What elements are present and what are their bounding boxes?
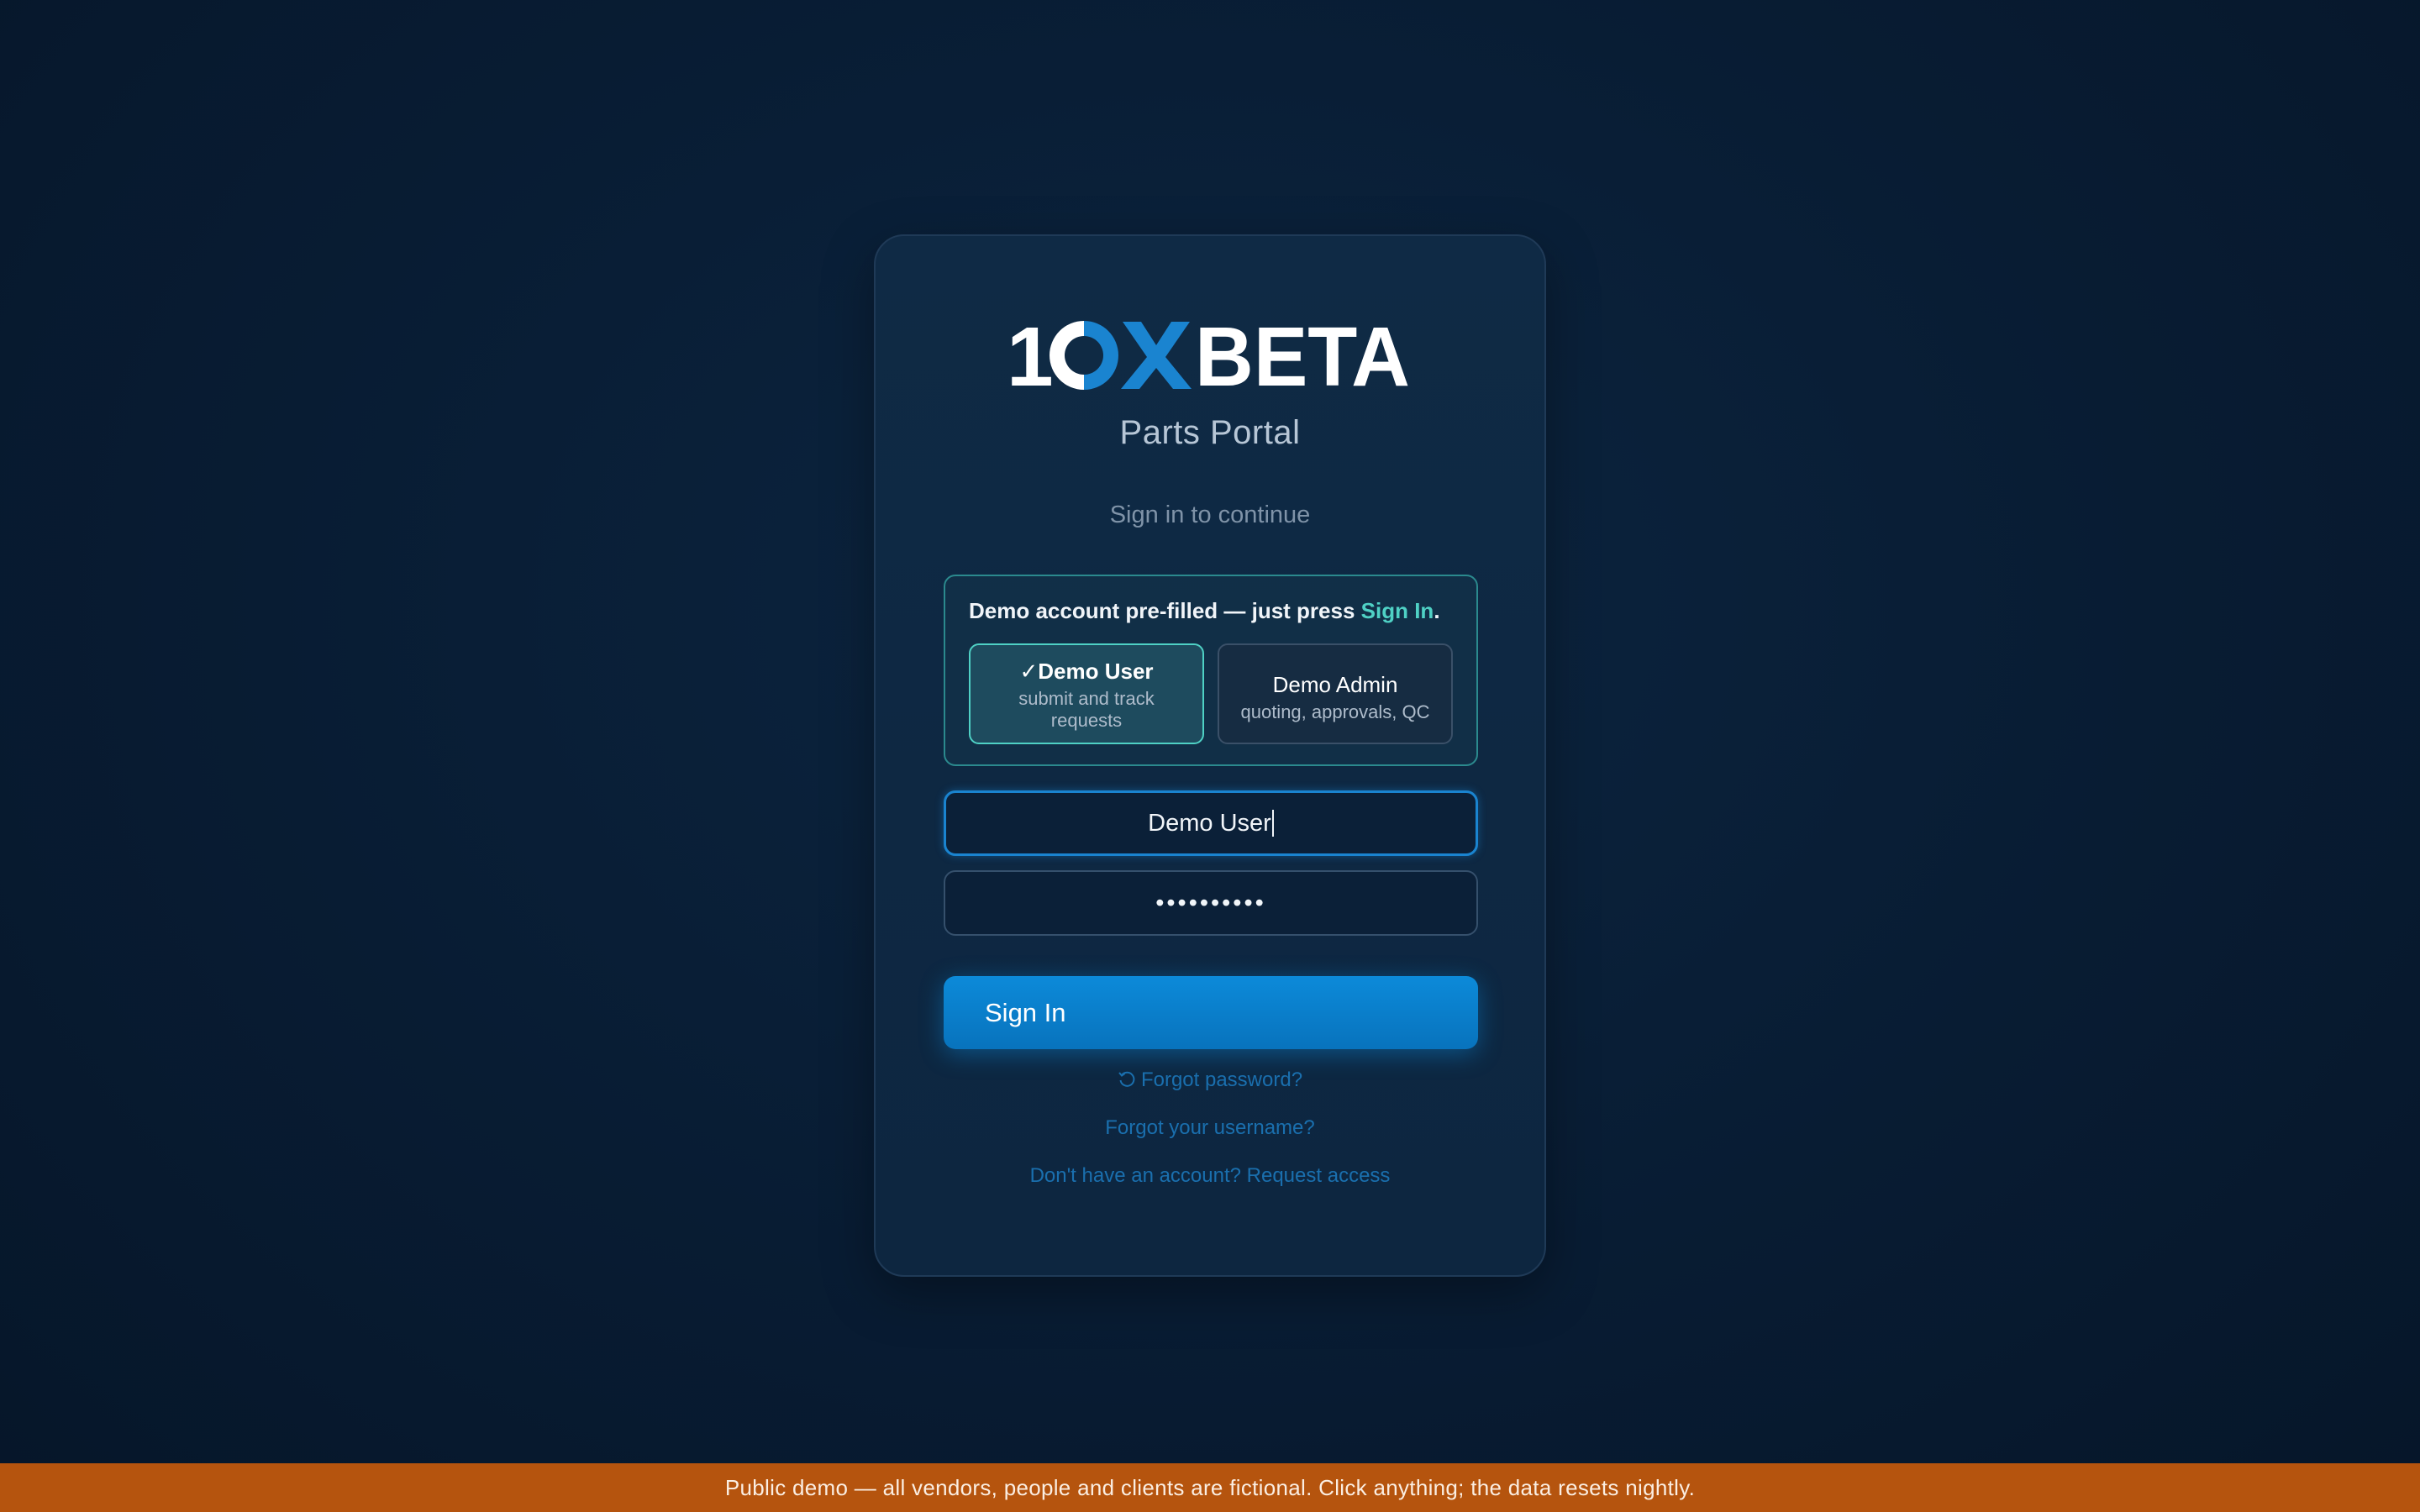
sign-in-button[interactable]: Sign In: [944, 976, 1478, 1049]
demo-user-title: ✓Demo User: [971, 659, 1202, 685]
login-card: 1 BETA Parts Portal Sign in to continue …: [874, 234, 1546, 1277]
sign-in-subtitle: Sign in to continue: [1109, 501, 1311, 528]
password-input[interactable]: ••••••••••: [944, 870, 1478, 936]
demo-user-option[interactable]: ✓Demo User submit and track requests: [969, 643, 1204, 744]
svg-text:BETA: BETA: [1195, 318, 1410, 393]
demo-admin-label: Demo Admin: [1272, 672, 1398, 697]
forgot-username-link[interactable]: Forgot your username?: [876, 1116, 1544, 1140]
logo-10xbeta: 1 BETA: [1007, 318, 1410, 393]
demo-user-description: submit and track requests: [1018, 688, 1155, 731]
svg-text:1: 1: [1007, 318, 1054, 393]
username-value: Demo User: [1148, 809, 1271, 837]
demo-admin-description: quoting, approvals, QC: [1240, 701, 1430, 722]
demo-user-label: Demo User: [1038, 659, 1154, 684]
demo-admin-option[interactable]: Demo Admin quoting, approvals, QC: [1218, 643, 1453, 744]
brand-logo: 1 BETA: [876, 313, 1544, 397]
demo-note-prefix: Demo account pre-filled — just press: [969, 598, 1361, 623]
request-access-link[interactable]: Don't have an account? Request access: [876, 1164, 1544, 1188]
demo-note: Demo account pre-filled — just press Sig…: [969, 598, 1440, 624]
demo-account-panel: Demo account pre-filled — just press Sig…: [944, 575, 1478, 766]
demo-note-signin-link: Sign In: [1360, 598, 1434, 623]
check-icon: ✓: [1019, 659, 1039, 684]
demo-banner: Public demo — all vendors, people and cl…: [0, 1463, 2420, 1512]
forgot-password-label: Forgot password?: [1140, 1068, 1303, 1091]
text-caret: [1271, 810, 1274, 837]
portal-name: Parts Portal: [1119, 414, 1301, 451]
refresh-icon: [1118, 1070, 1136, 1095]
password-mask: ••••••••••: [1155, 889, 1266, 916]
demo-banner-text: Public demo — all vendors, people and cl…: [724, 1474, 1696, 1500]
username-input[interactable]: Demo User: [944, 790, 1478, 856]
sign-in-label: Sign In: [985, 997, 1066, 1027]
forgot-password-link[interactable]: Forgot password?: [876, 1068, 1544, 1095]
demo-note-suffix: .: [1434, 598, 1440, 623]
